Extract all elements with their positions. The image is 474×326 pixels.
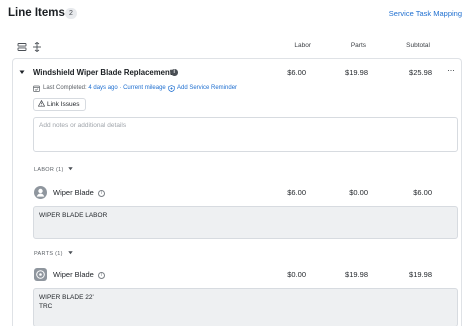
labor-item[interactable]: Wiper Blade i bbox=[53, 188, 105, 197]
notes-textarea[interactable]: Add notes or additional details bbox=[33, 117, 458, 152]
separator-dot: · bbox=[119, 85, 122, 91]
line-item-card: Windshield Wiper Blade Replacement i $6.… bbox=[12, 58, 462, 326]
part-image-icon bbox=[34, 268, 47, 281]
last-completed-label: Last Completed: bbox=[43, 85, 87, 91]
reminder-icon[interactable] bbox=[168, 85, 175, 92]
column-subtotal: Subtotal bbox=[406, 42, 430, 49]
last-completed-link[interactable]: 4 days ago bbox=[88, 85, 117, 91]
labor-description: WIPER BLADE LABOR bbox=[33, 206, 458, 239]
labor-section-label: LABOR (1) bbox=[34, 167, 64, 173]
page-title: Line Items bbox=[8, 7, 65, 19]
chevron-down-icon bbox=[68, 167, 74, 171]
last-completed-row: Last Completed: 4 days ago · Current mil… bbox=[43, 85, 166, 91]
labor-avatar-icon bbox=[34, 186, 47, 199]
add-service-reminder-link[interactable]: Add Service Reminder bbox=[177, 85, 237, 91]
line-item-parts: $19.98 bbox=[345, 68, 368, 77]
parts-section-label: PARTS (1) bbox=[34, 251, 63, 257]
count-badge: 2 bbox=[65, 8, 77, 19]
part-item-subtotal: $19.98 bbox=[409, 270, 432, 279]
line-item-name[interactable]: Windshield Wiper Blade Replacement bbox=[33, 68, 172, 77]
column-parts: Parts bbox=[350, 42, 366, 49]
calendar-check-icon bbox=[33, 85, 40, 92]
column-labor: Labor bbox=[294, 42, 311, 49]
collapse-all-icon[interactable] bbox=[17, 42, 27, 52]
expand-all-icon[interactable] bbox=[32, 42, 42, 52]
link-issues-button[interactable]: Link Issues bbox=[33, 98, 86, 111]
part-item-labor: $0.00 bbox=[287, 270, 306, 279]
part-item-name: Wiper Blade bbox=[53, 270, 94, 279]
part-info-icon[interactable]: i bbox=[97, 272, 105, 279]
line-item-subtotal: $25.98 bbox=[409, 68, 432, 77]
part-item-parts: $19.98 bbox=[345, 270, 368, 279]
labor-item-subtotal: $6.00 bbox=[413, 188, 432, 197]
labor-section-toggle[interactable]: LABOR (1) bbox=[34, 166, 74, 173]
labor-item-labor: $6.00 bbox=[287, 188, 306, 197]
column-header-row: Labor Parts Subtotal bbox=[8, 40, 462, 54]
link-issues-label: Link Issues bbox=[47, 101, 80, 108]
warning-icon bbox=[37, 99, 46, 107]
labor-item-parts: $0.00 bbox=[349, 188, 368, 197]
part-description: WIPER BLADE 22' TRC bbox=[33, 288, 458, 326]
line-item-labor: $6.00 bbox=[287, 68, 306, 77]
caret-down-icon[interactable] bbox=[19, 69, 25, 75]
chevron-down-icon bbox=[67, 251, 73, 255]
more-options-icon[interactable]: ··· bbox=[447, 65, 455, 75]
current-mileage-link[interactable]: Current mileage bbox=[123, 85, 166, 91]
service-task-mapping-link[interactable]: Service Task Mapping bbox=[389, 9, 462, 18]
line-items-header: Line Items 2 Service Task Mapping bbox=[8, 6, 462, 22]
info-icon[interactable]: i bbox=[171, 69, 178, 76]
labor-info-icon[interactable]: i bbox=[97, 190, 105, 197]
labor-item-name: Wiper Blade bbox=[53, 188, 94, 197]
parts-section-toggle[interactable]: PARTS (1) bbox=[34, 250, 73, 257]
part-item[interactable]: Wiper Blade i bbox=[53, 270, 105, 279]
